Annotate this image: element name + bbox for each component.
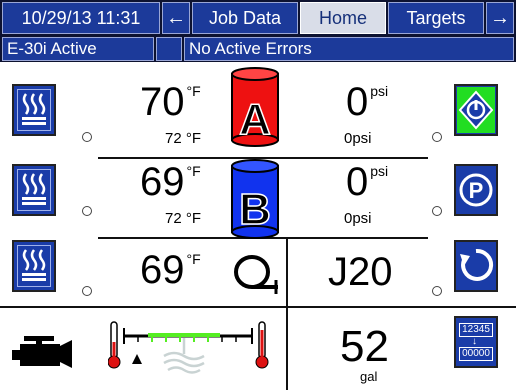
right-arrow-icon: → <box>490 6 510 29</box>
park-button[interactable]: P <box>454 164 498 216</box>
cycle-button[interactable] <box>454 240 498 292</box>
hose-icon <box>234 255 278 294</box>
pressure-b-setpoint: 0psi <box>344 210 372 227</box>
heat-a-indicator <box>82 132 92 142</box>
column-divider <box>286 237 288 390</box>
start-indicator <box>432 132 442 142</box>
counter-before-label: 12345 <box>459 323 493 337</box>
row-divider <box>0 306 516 308</box>
heat-hose-indicator <box>82 286 92 296</box>
heater-icon <box>22 249 46 281</box>
drum-a-letter: A <box>239 95 271 144</box>
cycle-indicator <box>432 286 442 296</box>
status-bar: E-30i Active No Active Errors <box>0 36 516 62</box>
counter-value: 52 <box>340 322 389 371</box>
park-indicator <box>432 206 442 216</box>
heat-a-button[interactable] <box>12 84 56 136</box>
date-time-display: 10/29/13 11:31 <box>2 2 160 34</box>
heater-icon <box>22 93 46 125</box>
machine-status: E-30i Active <box>2 37 154 61</box>
left-arrow-icon: ← <box>166 6 186 29</box>
pressure-b-actual: 0 psi <box>346 160 389 204</box>
counter-after-label: 00000 <box>459 347 493 361</box>
temp-a-actual: 70 °F <box>140 80 201 124</box>
start-diamond-icon <box>457 87 495 133</box>
tab-job-data[interactable]: Job Data <box>192 2 298 34</box>
heat-b-indicator <box>82 206 92 216</box>
temperature-range-gauge-icon <box>108 321 269 374</box>
status-icon-slot <box>156 37 182 61</box>
heat-hose-button[interactable] <box>12 240 56 292</box>
park-icon: P <box>459 173 493 207</box>
engine-icon <box>12 336 72 368</box>
temp-hose-actual: 69 °F <box>140 248 201 292</box>
temp-a-setpoint: 72 °F <box>165 130 202 147</box>
tab-targets[interactable]: Targets <box>388 2 484 34</box>
home-screen: 70 °F 72 °F A 0 psi 0psi 69 °F 72 °F B 0 psi… <box>0 62 516 390</box>
pressure-a-setpoint: 0psi <box>344 130 372 147</box>
svg-text:P: P <box>469 178 484 203</box>
header-bar: 10/29/13 11:31 ← Job Data Home Targets → <box>0 0 516 36</box>
down-arrow-icon: ↓ <box>472 336 477 347</box>
temp-b-actual: 69 °F <box>140 160 201 204</box>
counter-reset-button[interactable]: 12345 ↓ 00000 <box>454 316 498 368</box>
pressure-a-actual: 0 psi <box>346 80 389 124</box>
tab-right-arrow-button[interactable]: → <box>486 2 514 34</box>
mix-chamber-label: J20 <box>328 250 393 294</box>
error-status: No Active Errors <box>184 37 514 61</box>
heater-icon <box>22 173 46 205</box>
tab-left-arrow-button[interactable]: ← <box>162 2 190 34</box>
heat-b-button[interactable] <box>12 164 56 216</box>
start-button[interactable] <box>454 84 498 136</box>
cycle-arrow-icon <box>460 248 494 281</box>
tab-home[interactable]: Home <box>300 2 386 34</box>
drum-a-icon: A <box>231 67 279 147</box>
drum-b-letter: B <box>239 185 271 234</box>
counter-unit: gal <box>360 369 378 384</box>
temp-b-setpoint: 72 °F <box>165 210 202 227</box>
drum-b-icon: B <box>231 159 279 239</box>
